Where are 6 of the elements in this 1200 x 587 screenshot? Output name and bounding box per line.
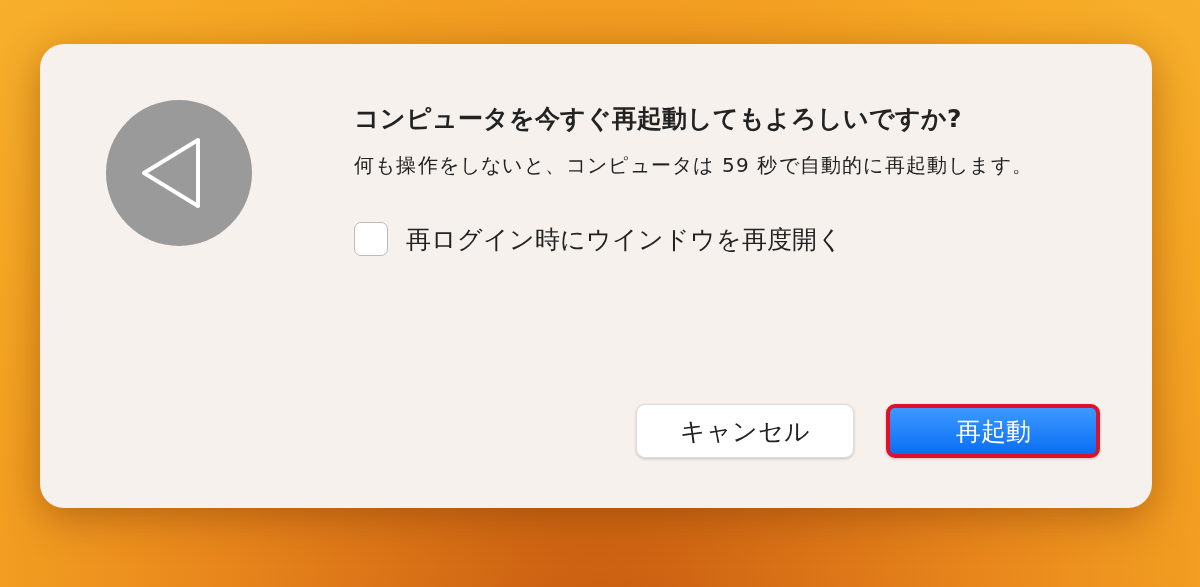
checkbox[interactable] bbox=[354, 222, 388, 256]
dialog-title: コンピュータを今すぐ再起動してもよろしいですか? bbox=[354, 103, 963, 135]
checkbox-label: 再ログイン時にウインドウを再度開く bbox=[406, 223, 843, 256]
cancel-button[interactable]: キャンセル bbox=[636, 404, 854, 458]
dialog-message: 何も操作をしないと、コンピュータは 59 秒で自動的に再起動します。 bbox=[354, 152, 1034, 179]
restart-button[interactable]: 再起動 bbox=[886, 404, 1100, 458]
